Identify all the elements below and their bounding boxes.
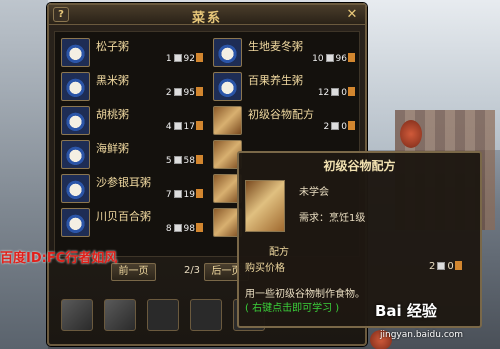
book-icon (325, 54, 334, 62)
recipe-item[interactable]: 松子粥 1 92 (61, 38, 206, 69)
recipe-item[interactable]: 黑米粥 2 95 (61, 72, 206, 103)
recipe-item[interactable]: 初级谷物配方 20 (213, 106, 358, 137)
tools-icon[interactable] (104, 299, 136, 331)
book-icon (173, 54, 182, 62)
lantern (400, 120, 422, 148)
recipe-name: 海鲜粥 (96, 142, 129, 155)
recipe-name: 松子粥 (96, 40, 129, 53)
recipe-tooltip: 初级谷物配方 未学会 需求：烹饪1级 配方 购买价格 20 用一些初级谷物制作食… (237, 151, 482, 328)
recipe-stats: 7 19 (141, 189, 203, 200)
book-icon (437, 262, 446, 270)
empty-slot[interactable] (147, 299, 179, 331)
section-label: 配方 (269, 247, 289, 258)
recipe-stats: 12 0 (289, 87, 355, 98)
recipe-scroll-icon (245, 180, 285, 232)
baidu-url: jingyan.baidu.com (380, 330, 464, 340)
watermark-text: 百度ID:FC行者如风 (0, 251, 118, 266)
points-icon (348, 87, 355, 96)
book-icon (331, 88, 340, 96)
wrench-icon[interactable] (61, 299, 93, 331)
baidu-logo: Bai 经验 (375, 302, 437, 320)
recipe-stats: 5 58 (141, 155, 203, 166)
porridge-bowl-icon (61, 174, 90, 203)
recipe-item[interactable]: 胡桃粥 4 17 (61, 106, 206, 137)
points-icon (196, 121, 203, 130)
recipe-stats: 10 96 (289, 53, 355, 64)
points-icon (348, 121, 355, 130)
tooltip-title: 初级谷物配方 (323, 159, 396, 173)
recipe-item[interactable]: 海鲜粥 5 58 (61, 140, 206, 171)
recipe-scroll-icon (213, 106, 242, 135)
panel-titlebar: ? 菜系 ✕ (49, 5, 365, 26)
panel-title: 菜系 (191, 11, 222, 26)
recipe-item[interactable]: 川贝百合粥 8 98 (61, 208, 206, 239)
book-icon (173, 190, 182, 198)
scene-left-wall (0, 0, 48, 349)
recipe-name: 川贝百合粥 (96, 210, 151, 223)
book-icon (331, 122, 340, 130)
close-button[interactable]: ✕ (345, 7, 359, 22)
recipe-item[interactable]: 百果养生粥 12 0 (213, 72, 358, 103)
porridge-bowl-icon (61, 72, 90, 101)
recipe-stats: 4 17 (141, 121, 203, 132)
learn-status: 未学会 (299, 187, 329, 198)
points-icon (348, 53, 355, 62)
recipe-name: 胡桃粥 (96, 108, 129, 121)
prev-page-button[interactable]: 前一页 (111, 263, 156, 281)
empty-slot[interactable] (190, 299, 222, 331)
price-label: 购买价格 (245, 263, 285, 274)
book-icon (173, 156, 182, 164)
recipe-stats: 20 (289, 121, 355, 132)
points-icon (196, 155, 203, 164)
recipe-item[interactable]: 生地麦冬粥 10 96 (213, 38, 358, 69)
points-icon (196, 189, 203, 198)
recipe-name: 沙参银耳粥 (96, 176, 151, 189)
points-icon (454, 261, 462, 270)
porridge-bowl-icon (61, 106, 90, 135)
learn-hint: ( 右键点击即可学习 ) (245, 303, 340, 314)
recipe-stats: 1 92 (141, 53, 203, 64)
recipe-name: 黑米粥 (96, 74, 129, 87)
porridge-bowl-icon (213, 38, 242, 67)
recipe-stats: 2 95 (141, 87, 203, 98)
description: 用一些初级谷物制作食物。 (245, 289, 365, 300)
porridge-bowl-icon (61, 38, 90, 67)
book-icon (173, 224, 182, 232)
porridge-bowl-icon (61, 208, 90, 237)
recipe-name: 初级谷物配方 (248, 108, 314, 121)
recipe-stats: 8 98 (141, 223, 203, 234)
porridge-bowl-icon (213, 72, 242, 101)
points-icon (196, 53, 203, 62)
price-value: 20 (429, 261, 462, 272)
recipe-name: 百果养生粥 (248, 74, 303, 87)
requirement: 需求：烹饪1级 (299, 213, 366, 224)
recipe-item[interactable]: 沙参银耳粥 7 19 (61, 174, 206, 205)
book-icon (173, 122, 182, 130)
points-icon (196, 223, 203, 232)
book-icon (173, 88, 182, 96)
porridge-bowl-icon (61, 140, 90, 169)
points-icon (196, 87, 203, 96)
recipe-name: 生地麦冬粥 (248, 40, 303, 53)
